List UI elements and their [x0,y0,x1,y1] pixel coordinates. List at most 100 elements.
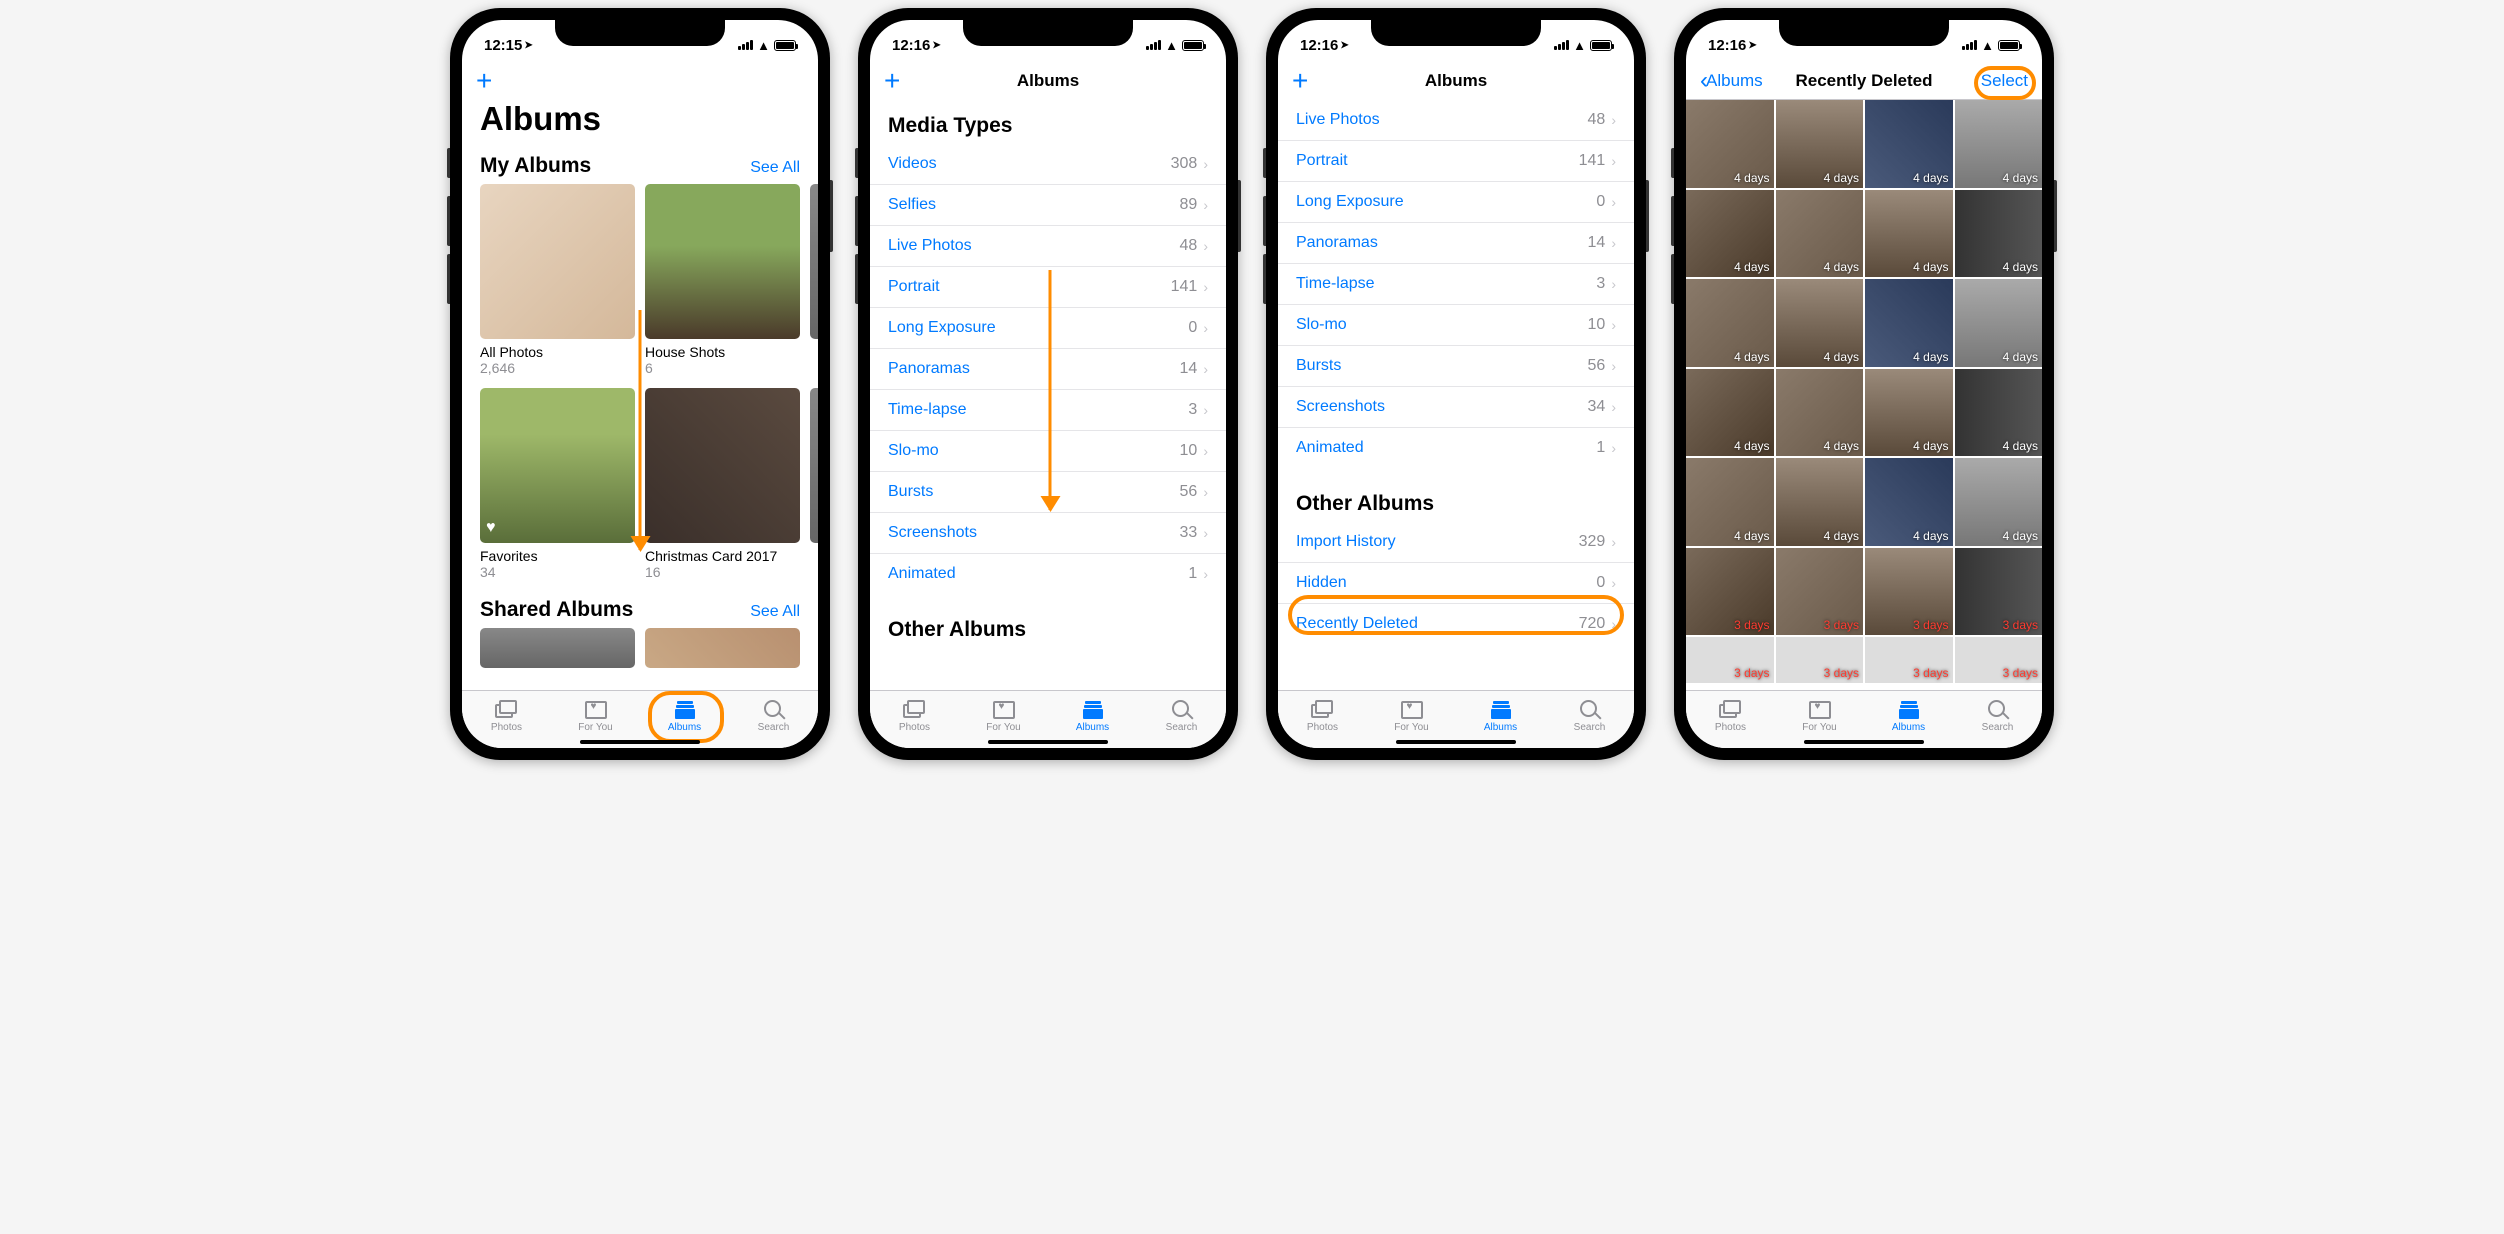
list-row[interactable]: Screenshots34› [1278,387,1634,428]
photo-thumbnail[interactable]: 3 days [1865,548,1953,636]
signal-icon [738,40,753,50]
chevron-right-icon: › [1203,279,1208,295]
list-row[interactable]: Live Photos48› [1278,100,1634,141]
tab-for-you[interactable]: For You [1367,691,1456,740]
tab-search[interactable]: Search [1545,691,1634,740]
chevron-right-icon: › [1611,276,1616,292]
see-all-button[interactable]: See All [750,603,800,621]
heart-icon: ♥ [486,519,496,537]
section-my-albums: My Albums [480,154,591,178]
tab-photos[interactable]: Photos [1278,691,1367,740]
photo-thumbnail[interactable]: 4 days [1865,279,1953,367]
photo-thumbnail[interactable]: 4 days [1776,190,1864,278]
album-item[interactable] [810,388,818,580]
tab-photos[interactable]: Photos [1686,691,1775,740]
wifi-icon: ▲ [1981,38,1994,53]
album-item[interactable] [645,628,800,668]
back-button[interactable]: ‹Albums [1700,67,1763,95]
photo-thumbnail[interactable]: 4 days [1686,369,1774,457]
photo-thumbnail[interactable]: 3 days [1686,637,1774,683]
list-row[interactable]: Bursts56› [1278,346,1634,387]
tab-albums[interactable]: Albums [1048,691,1137,740]
photo-thumbnail[interactable]: 4 days [1955,458,2043,546]
photo-thumbnail[interactable]: 3 days [1776,548,1864,636]
tab-albums[interactable]: Albums [1864,691,1953,740]
photo-thumbnail[interactable]: 4 days [1776,458,1864,546]
chevron-right-icon: › [1611,153,1616,169]
tab-search[interactable]: Search [1137,691,1226,740]
see-all-button[interactable]: See All [750,159,800,177]
album-item[interactable]: ♥ Favorites 34 [480,388,635,580]
photo-thumbnail[interactable]: 4 days [1865,100,1953,188]
photo-thumbnail[interactable]: 3 days [1955,548,2043,636]
list-row[interactable]: Live Photos48› [870,226,1226,267]
photo-thumbnail[interactable]: 3 days [1686,548,1774,636]
chevron-right-icon: › [1611,575,1616,591]
chevron-right-icon: › [1203,361,1208,377]
tab-albums[interactable]: Albums [640,691,729,740]
time: 12:15 [484,37,522,54]
photo-thumbnail[interactable]: 3 days [1865,637,1953,683]
chevron-right-icon: › [1203,238,1208,254]
list-row[interactable]: Videos308› [870,144,1226,185]
list-row[interactable]: Hidden0› [1278,563,1634,604]
photo-thumbnail[interactable]: 4 days [1955,100,2043,188]
tab-search[interactable]: Search [1953,691,2042,740]
album-item[interactable] [810,184,818,376]
chevron-right-icon: › [1203,320,1208,336]
photo-thumbnail[interactable]: 3 days [1955,637,2043,683]
tab-for-you[interactable]: For You [1775,691,1864,740]
tab-photos[interactable]: Photos [870,691,959,740]
list-row[interactable]: Slo-mo10› [1278,305,1634,346]
add-button[interactable]: + [476,65,492,97]
select-button[interactable]: Select [1981,71,2028,91]
home-indicator[interactable] [988,740,1108,744]
photo-thumbnail[interactable]: 4 days [1686,190,1774,278]
chevron-right-icon: › [1203,197,1208,213]
wifi-icon: ▲ [1573,38,1586,53]
photo-thumbnail[interactable]: 4 days [1776,279,1864,367]
list-row[interactable]: Time-lapse3› [1278,264,1634,305]
album-item[interactable]: House Shots 6 [645,184,800,376]
list-row[interactable]: Selfies89› [870,185,1226,226]
album-item[interactable]: All Photos 2,646 [480,184,635,376]
home-indicator[interactable] [1396,740,1516,744]
photo-thumbnail[interactable]: 4 days [1865,190,1953,278]
add-button[interactable]: + [1292,65,1308,97]
list-row[interactable]: Import History329› [1278,522,1634,563]
photo-thumbnail[interactable]: 4 days [1955,279,2043,367]
list-row[interactable]: Long Exposure0› [1278,182,1634,223]
list-row[interactable]: Animated1› [1278,428,1634,468]
list-row[interactable]: Portrait141› [1278,141,1634,182]
tab-search[interactable]: Search [729,691,818,740]
nav-bar: ‹Albums Recently Deleted Select [1686,62,2042,100]
tab-for-you[interactable]: For You [551,691,640,740]
album-item[interactable] [480,628,635,668]
phone-frame-4: 12:16➤ ▲ ‹Albums Recently Deleted Select… [1674,8,2054,760]
home-indicator[interactable] [580,740,700,744]
photo-thumbnail[interactable]: 3 days [1776,637,1864,683]
list-row[interactable]: Recently Deleted720› [1278,604,1634,644]
page-title: Albums [462,100,818,144]
add-button[interactable]: + [884,65,900,97]
photo-thumbnail[interactable]: 4 days [1686,100,1774,188]
photo-thumbnail[interactable]: 4 days [1955,190,2043,278]
photo-thumbnail[interactable]: 4 days [1776,369,1864,457]
album-item[interactable]: Christmas Card 2017 16 [645,388,800,580]
list-row[interactable]: Animated1› [870,554,1226,594]
photo-thumbnail[interactable]: 4 days [1865,458,1953,546]
battery-icon [1182,40,1204,51]
photo-thumbnail[interactable]: 4 days [1686,279,1774,367]
photo-thumbnail[interactable]: 4 days [1955,369,2043,457]
tab-photos[interactable]: Photos [462,691,551,740]
tab-albums[interactable]: Albums [1456,691,1545,740]
location-icon: ➤ [1340,40,1348,51]
photo-thumbnail[interactable]: 4 days [1686,458,1774,546]
list-row[interactable]: Panoramas14› [1278,223,1634,264]
photo-thumbnail[interactable]: 4 days [1776,100,1864,188]
tab-for-you[interactable]: For You [959,691,1048,740]
signal-icon [1962,40,1977,50]
home-indicator[interactable] [1804,740,1924,744]
list-row[interactable]: Screenshots33› [870,513,1226,554]
photo-thumbnail[interactable]: 4 days [1865,369,1953,457]
